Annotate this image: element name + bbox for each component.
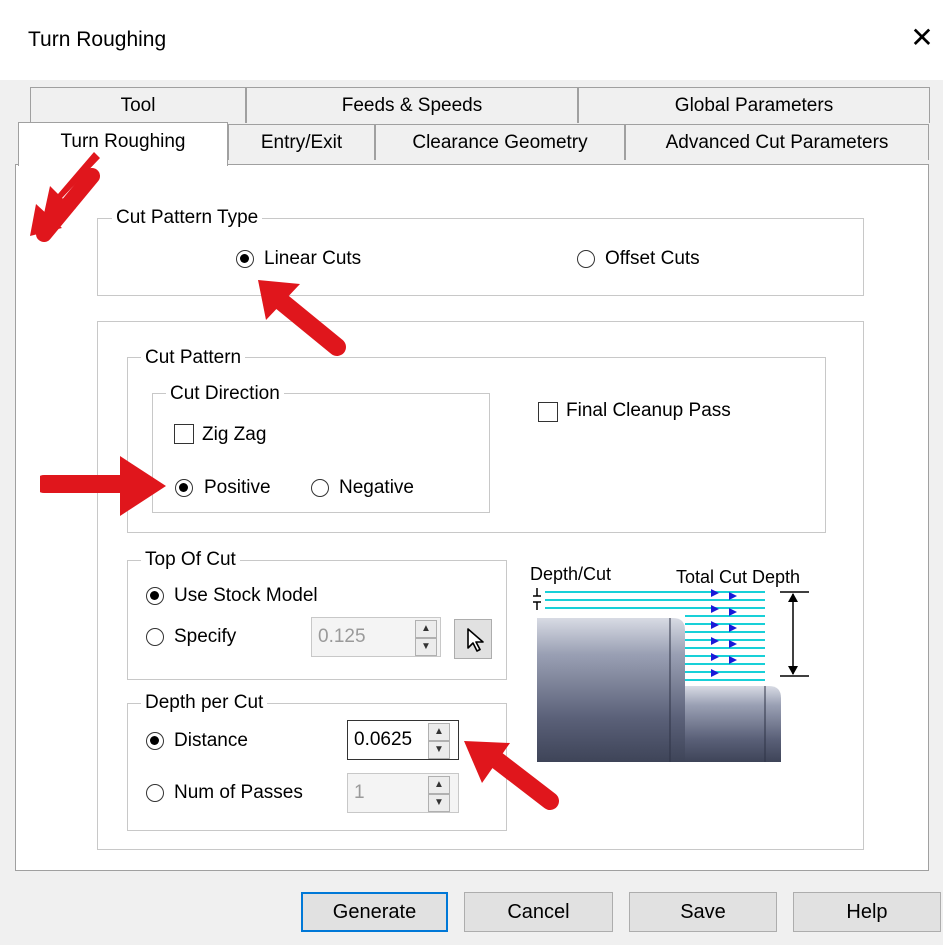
annotation-arrow-linear-cuts bbox=[258, 280, 346, 356]
num-passes-spin-up[interactable]: ▲ bbox=[428, 776, 450, 794]
use-stock-model-label: Use Stock Model bbox=[174, 585, 318, 606]
tab-clearance-geometry[interactable]: Clearance Geometry bbox=[375, 124, 625, 160]
num-passes-label: Num of Passes bbox=[174, 782, 303, 803]
cut-depth-illustration bbox=[533, 588, 809, 762]
window-title: Turn Roughing bbox=[28, 28, 167, 51]
tab-advanced-cut-parameters[interactable]: Advanced Cut Parameters bbox=[625, 124, 929, 160]
cut-direction-legend: Cut Direction bbox=[166, 384, 284, 404]
zigzag-checkbox[interactable] bbox=[174, 424, 194, 444]
negative-radio[interactable] bbox=[311, 479, 329, 497]
final-cleanup-checkbox[interactable] bbox=[538, 402, 558, 422]
annotation-arrow-tab bbox=[30, 152, 100, 242]
specify-radio[interactable] bbox=[146, 628, 164, 646]
cut-pattern-type-group bbox=[97, 218, 864, 296]
top-of-cut-legend: Top Of Cut bbox=[141, 550, 240, 570]
distance-spin-down[interactable]: ▼ bbox=[428, 741, 450, 759]
tab-entry-exit[interactable]: Entry/Exit bbox=[228, 124, 375, 160]
depth-per-cut-legend: Depth per Cut bbox=[141, 693, 268, 713]
final-cleanup-label: Final Cleanup Pass bbox=[566, 400, 731, 421]
distance-spin-up[interactable]: ▲ bbox=[428, 723, 450, 741]
negative-label: Negative bbox=[339, 477, 414, 498]
close-icon[interactable]: ✕ bbox=[908, 24, 936, 52]
annotation-arrow-positive bbox=[40, 456, 166, 516]
generate-button[interactable]: Generate bbox=[301, 892, 448, 932]
specify-label: Specify bbox=[174, 626, 237, 647]
cut-pattern-type-legend: Cut Pattern Type bbox=[112, 208, 263, 228]
positive-radio[interactable] bbox=[175, 479, 193, 497]
offset-cuts-label: Offset Cuts bbox=[605, 248, 700, 269]
use-stock-model-radio[interactable] bbox=[146, 587, 164, 605]
num-passes-radio[interactable] bbox=[146, 784, 164, 802]
tab-tool[interactable]: Tool bbox=[30, 87, 246, 123]
offset-cuts-radio[interactable] bbox=[577, 250, 595, 268]
tab-feeds-speeds[interactable]: Feeds & Speeds bbox=[246, 87, 578, 123]
tab-global-parameters[interactable]: Global Parameters bbox=[578, 87, 930, 123]
zigzag-label: Zig Zag bbox=[202, 424, 267, 445]
linear-cuts-label: Linear Cuts bbox=[264, 248, 362, 269]
pick-point-button[interactable] bbox=[454, 619, 492, 659]
distance-radio[interactable] bbox=[146, 732, 164, 750]
save-button[interactable]: Save bbox=[629, 892, 777, 932]
cut-pattern-legend: Cut Pattern bbox=[141, 348, 246, 368]
positive-label: Positive bbox=[204, 477, 271, 498]
specify-spin-down[interactable]: ▼ bbox=[415, 638, 437, 656]
annotation-arrow-distance bbox=[464, 741, 559, 810]
linear-cuts-radio[interactable] bbox=[236, 250, 254, 268]
distance-label: Distance bbox=[174, 730, 248, 751]
cursor-arrow-icon bbox=[467, 628, 484, 652]
help-button[interactable]: Help bbox=[793, 892, 941, 932]
num-passes-spin-down[interactable]: ▼ bbox=[428, 794, 450, 812]
cancel-button[interactable]: Cancel bbox=[464, 892, 613, 932]
specify-spin-up[interactable]: ▲ bbox=[415, 620, 437, 638]
